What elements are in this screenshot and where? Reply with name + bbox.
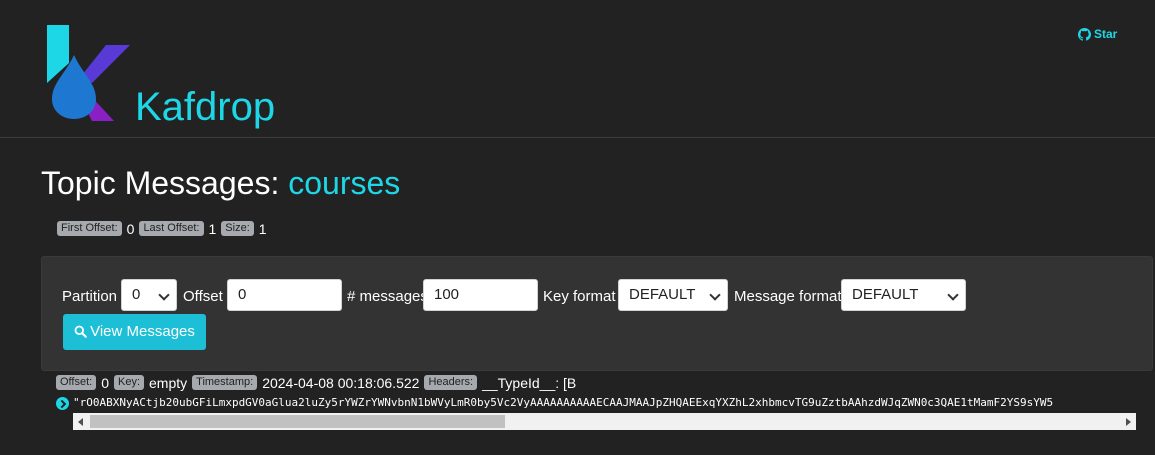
message-format-value: DEFAULT [852, 286, 919, 303]
message-headers-badge: Headers: [424, 375, 478, 391]
message-body-row: "rO0ABXNyACtjb20ubGFiLmxpdGV0aGlua2luZy5… [56, 396, 1136, 410]
message-metadata: Offset: 0 Key: empty Timestamp: 2024-04-08 00… [56, 374, 581, 392]
star-label: Star [1094, 27, 1118, 41]
offset-label: Offset [183, 288, 223, 305]
last-offset-badge: Last Offset: [139, 221, 204, 237]
view-messages-label: View Messages [90, 323, 195, 340]
message-headers-value: __TypeId__: [B [482, 374, 577, 391]
size-value: 1 [258, 220, 267, 237]
key-format-value: DEFAULT [629, 286, 696, 303]
expand-message-icon[interactable] [56, 397, 69, 410]
message-format-label: Message format [734, 288, 842, 305]
scroll-right-icon[interactable] [1126, 418, 1131, 426]
message-timestamp-value: 2024-04-08 00:18:06.522 [262, 374, 420, 391]
github-star-link[interactable]: Star [1078, 27, 1117, 41]
search-icon [74, 325, 87, 338]
message-filter-panel: Partition 0 Offset 0 # messages 100 Key … [41, 256, 1153, 371]
message-timestamp-badge: Timestamp: [192, 375, 258, 391]
key-format-select[interactable]: DEFAULT [618, 279, 728, 311]
message-format-select[interactable]: DEFAULT [841, 279, 966, 311]
scrollbar-thumb[interactable] [90, 415, 505, 428]
page-title-prefix: Topic Messages: [41, 165, 280, 201]
first-offset-badge: First Offset: [57, 221, 122, 237]
view-messages-button[interactable]: View Messages [63, 314, 206, 350]
topic-offsets: First Offset: 0 Last Offset: 1 Size: 1 [57, 220, 272, 238]
messages-count-value: 100 [434, 286, 460, 303]
messages-count-input[interactable]: 100 [423, 279, 538, 311]
offset-input[interactable]: 0 [227, 279, 342, 311]
size-badge: Size: [221, 221, 254, 237]
github-icon [1078, 27, 1091, 41]
top-navbar: Kafdrop Star [0, 0, 1155, 138]
last-offset-value: 1 [208, 220, 217, 237]
scroll-left-icon[interactable] [78, 418, 83, 426]
partition-label: Partition [62, 288, 118, 305]
message-offset-badge: Offset: [56, 375, 97, 391]
message-body: "rO0ABXNyACtjb20ubGFiLmxpdGV0aGlua2luZy5… [73, 396, 1054, 409]
offset-input-value: 0 [238, 286, 247, 303]
topic-name-link[interactable]: courses [288, 165, 400, 201]
page-title: Topic Messages: courses [41, 162, 400, 204]
message-horizontal-scrollbar[interactable] [73, 413, 1136, 430]
key-format-label: Key format [543, 288, 616, 305]
partition-select[interactable]: 0 [121, 279, 177, 311]
message-key-value: empty [149, 374, 188, 391]
message-key-badge: Key: [114, 375, 145, 391]
messages-count-label: # messages [347, 288, 428, 305]
partition-select-value: 0 [132, 286, 141, 303]
kafdrop-logo[interactable] [44, 25, 134, 123]
brand-name[interactable]: Kafdrop [135, 82, 275, 132]
message-offset-value: 0 [101, 374, 109, 391]
first-offset-value: 0 [126, 220, 135, 237]
